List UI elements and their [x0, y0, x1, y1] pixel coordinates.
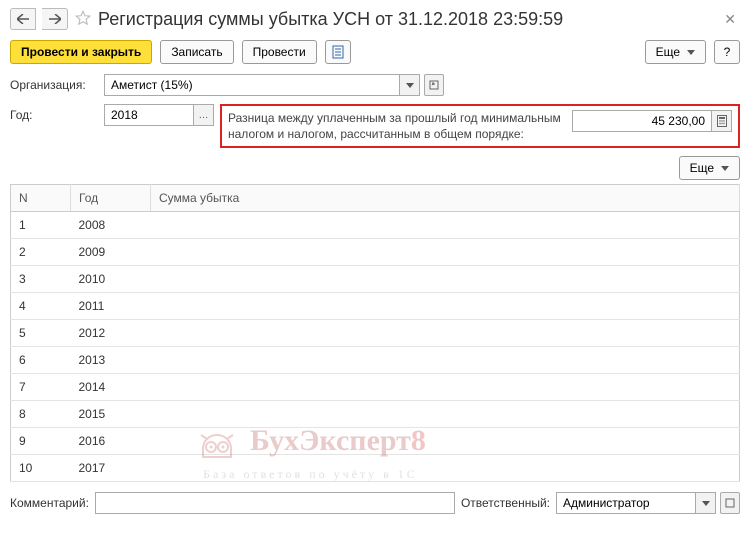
chevron-down-icon: [702, 501, 710, 506]
responsible-dropdown-button[interactable]: [696, 492, 716, 514]
org-input[interactable]: [104, 74, 400, 96]
cell-n: 2: [11, 239, 71, 266]
col-n-header: N: [11, 185, 71, 212]
cell-sum[interactable]: [151, 455, 740, 482]
window-title: Регистрация суммы убытка УСН от 31.12.20…: [98, 9, 714, 30]
cell-sum[interactable]: [151, 266, 740, 293]
cell-year: 2012: [71, 320, 151, 347]
cell-year: 2015: [71, 401, 151, 428]
year-input[interactable]: [104, 104, 194, 126]
org-label: Организация:: [10, 74, 98, 92]
tax-diff-input[interactable]: [572, 110, 712, 132]
comment-label: Комментарий:: [10, 496, 89, 510]
cell-year: 2008: [71, 212, 151, 239]
col-sum-header: Сумма убытка: [151, 185, 740, 212]
comment-input[interactable]: [95, 492, 455, 514]
responsible-input[interactable]: [556, 492, 696, 514]
cell-sum[interactable]: [151, 428, 740, 455]
cell-sum[interactable]: [151, 401, 740, 428]
table-row[interactable]: 82015: [11, 401, 740, 428]
arrow-right-icon: [49, 14, 61, 24]
table-row[interactable]: 92016: [11, 428, 740, 455]
cell-n: 8: [11, 401, 71, 428]
open-icon: [429, 80, 439, 90]
cell-sum[interactable]: [151, 212, 740, 239]
cell-sum[interactable]: [151, 320, 740, 347]
table-row[interactable]: 22009: [11, 239, 740, 266]
open-icon: [725, 498, 735, 508]
calculator-icon: [717, 115, 727, 127]
cell-year: 2009: [71, 239, 151, 266]
report-button[interactable]: [325, 40, 351, 64]
responsible-open-button[interactable]: [720, 492, 740, 514]
help-button[interactable]: ?: [714, 40, 740, 64]
table-row[interactable]: 12008: [11, 212, 740, 239]
cell-sum[interactable]: [151, 347, 740, 374]
col-year-header: Год: [71, 185, 151, 212]
post-button[interactable]: Провести: [242, 40, 317, 64]
cell-n: 4: [11, 293, 71, 320]
loss-table: N Год Сумма убытка 120082200932010420115…: [10, 184, 740, 482]
cell-n: 10: [11, 455, 71, 482]
year-select-button[interactable]: …: [194, 104, 214, 126]
cell-n: 9: [11, 428, 71, 455]
table-row[interactable]: 102017: [11, 455, 740, 482]
year-label: Год:: [10, 104, 98, 122]
more-button[interactable]: Еще: [645, 40, 706, 64]
write-button[interactable]: Записать: [160, 40, 233, 64]
cell-n: 5: [11, 320, 71, 347]
table-row[interactable]: 52012: [11, 320, 740, 347]
responsible-label: Ответственный:: [461, 496, 550, 510]
table-row[interactable]: 62013: [11, 347, 740, 374]
table-row[interactable]: 42011: [11, 293, 740, 320]
cell-n: 7: [11, 374, 71, 401]
cell-sum[interactable]: [151, 293, 740, 320]
cell-n: 3: [11, 266, 71, 293]
org-open-button[interactable]: [424, 74, 444, 96]
cell-sum[interactable]: [151, 374, 740, 401]
tax-diff-label: Разница между уплаченным за прошлый год …: [228, 110, 564, 142]
tax-diff-section: Разница между уплаченным за прошлый год …: [220, 104, 740, 148]
favorite-icon[interactable]: [74, 9, 92, 30]
org-dropdown-button[interactable]: [400, 74, 420, 96]
cell-year: 2014: [71, 374, 151, 401]
calculator-button[interactable]: [712, 110, 732, 132]
cell-n: 6: [11, 347, 71, 374]
cell-year: 2013: [71, 347, 151, 374]
arrow-left-icon: [17, 14, 29, 24]
document-icon: [332, 45, 344, 59]
chevron-down-icon: [406, 83, 414, 88]
cell-sum[interactable]: [151, 239, 740, 266]
post-close-button[interactable]: Провести и закрыть: [10, 40, 152, 64]
cell-n: 1: [11, 212, 71, 239]
cell-year: 2011: [71, 293, 151, 320]
cell-year: 2016: [71, 428, 151, 455]
close-button[interactable]: ✕: [720, 11, 740, 28]
nav-forward-button[interactable]: [42, 8, 68, 30]
nav-back-button[interactable]: [10, 8, 36, 30]
table-row[interactable]: 72014: [11, 374, 740, 401]
table-row[interactable]: 32010: [11, 266, 740, 293]
table-more-button[interactable]: Еще: [679, 156, 740, 180]
chevron-down-icon: [721, 166, 729, 171]
chevron-down-icon: [687, 50, 695, 55]
cell-year: 2010: [71, 266, 151, 293]
cell-year: 2017: [71, 455, 151, 482]
